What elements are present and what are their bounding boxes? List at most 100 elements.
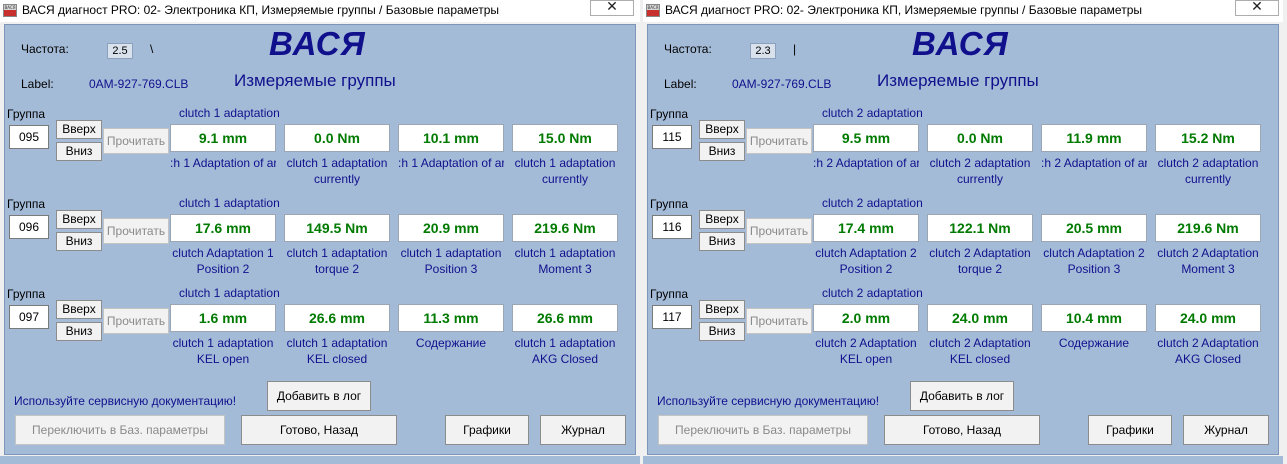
value-field-4: 26.6 mm <box>512 304 618 332</box>
graphs-button[interactable]: Графики <box>1088 415 1172 445</box>
group-up-button[interactable]: Вверх <box>699 120 745 139</box>
group-number-field[interactable]: 115 <box>652 125 692 149</box>
read-button[interactable]: Прочитать <box>746 128 812 154</box>
label-file: 0AM-927-769.CLB <box>89 77 189 91</box>
value-description-3: Содержание <box>1058 336 1130 350</box>
value-description-1: clutch Adaptation 1 Position 2 <box>172 246 274 276</box>
graphs-button[interactable]: Графики <box>445 415 529 445</box>
group-label: Группа <box>7 287 46 301</box>
group-down-button[interactable]: Вниз <box>56 322 102 341</box>
group-number-field[interactable]: 096 <box>9 215 49 239</box>
title-bar[interactable]: ВАСЯ ВАСЯ диагност PRO: 02- Электроника … <box>643 0 1283 22</box>
read-button[interactable]: Прочитать <box>103 218 169 244</box>
read-button[interactable]: Прочитать <box>746 308 812 334</box>
frequency-label: Частота: <box>664 42 712 56</box>
value-description-4: clutch 1 adaptation currently <box>514 156 616 186</box>
done-back-button[interactable]: Готово, Назад <box>241 415 397 445</box>
group-down-button[interactable]: Вниз <box>56 142 102 161</box>
title-bar[interactable]: ВАСЯ ВАСЯ диагност PRO: 02- Электроника … <box>0 0 640 22</box>
group-number-field[interactable]: 095 <box>9 125 49 149</box>
frequency-value: 2.5 <box>107 43 133 59</box>
value-description-1: :h 2 Adaptation of ar <box>813 156 919 170</box>
group-title: clutch 2 adaptation <box>822 106 923 120</box>
value-description-2: clutch 1 adaptation KEL closed <box>286 336 388 366</box>
value-field-3: 11.3 mm <box>398 304 504 332</box>
group-down-button[interactable]: Вниз <box>699 322 745 341</box>
close-icon[interactable]: ✕ <box>1235 0 1279 16</box>
value-field-4: 219.6 Nm <box>1155 214 1261 242</box>
journal-button[interactable]: Журнал <box>540 415 626 445</box>
value-description-3: Содержание <box>415 336 487 350</box>
add-to-log-button[interactable]: Добавить в лог <box>910 381 1014 411</box>
value-field-1: 9.1 mm <box>170 124 276 152</box>
read-button[interactable]: Прочитать <box>103 128 169 154</box>
activity-spinner: \ <box>150 42 154 56</box>
switch-basic-params-button[interactable]: Переключить в Баз. параметры <box>658 415 868 445</box>
group-title: clutch 2 adaptation <box>822 196 923 210</box>
value-field-4: 24.0 mm <box>1155 304 1261 332</box>
value-description-2: clutch 2 Adaptation KEL closed <box>929 336 1031 366</box>
group-up-button[interactable]: Вверх <box>56 210 102 229</box>
group-number-field[interactable]: 116 <box>652 215 692 239</box>
window-bottom-edge <box>0 456 640 464</box>
service-docs-hint: Используйте сервисную документацию! <box>14 394 237 408</box>
frequency-value: 2.3 <box>750 43 776 59</box>
diagnostic-window-2: ВАСЯ ВАСЯ диагност PRO: 02- Электроника … <box>643 0 1283 464</box>
group-number-field[interactable]: 097 <box>9 305 49 329</box>
group-up-button[interactable]: Вверх <box>56 300 102 319</box>
group-down-button[interactable]: Вниз <box>56 232 102 251</box>
value-field-3: 10.1 mm <box>398 124 504 152</box>
group-up-button[interactable]: Вверх <box>699 210 745 229</box>
service-docs-hint: Используйте сервисную документацию! <box>657 394 880 408</box>
value-field-4: 15.2 Nm <box>1155 124 1261 152</box>
switch-basic-params-button[interactable]: Переключить в Баз. параметры <box>15 415 225 445</box>
main-panel: Частота: 2.3 | ВАСЯ Label: 0AM-927-769.C… <box>647 24 1279 455</box>
read-button[interactable]: Прочитать <box>103 308 169 334</box>
value-field-1: 17.6 mm <box>170 214 276 242</box>
value-description-4: clutch 2 Adaptation AKG Closed <box>1157 336 1259 366</box>
value-description-4: clutch 1 adaptation AKG Closed <box>514 336 616 366</box>
value-field-2: 26.6 mm <box>284 304 390 332</box>
label-caption: Label: <box>21 77 54 91</box>
label-file: 0AM-927-769.CLB <box>732 77 832 91</box>
journal-button[interactable]: Журнал <box>1183 415 1269 445</box>
add-to-log-button[interactable]: Добавить в лог <box>267 381 371 411</box>
group-down-button[interactable]: Вниз <box>699 142 745 161</box>
value-field-1: 2.0 mm <box>813 304 919 332</box>
value-field-1: 1.6 mm <box>170 304 276 332</box>
value-description-4: clutch 1 adaptation Moment 3 <box>514 246 616 276</box>
group-number-field[interactable]: 117 <box>652 305 692 329</box>
read-button[interactable]: Прочитать <box>746 218 812 244</box>
value-description-3: clutch 1 adaptation Position 3 <box>400 246 502 276</box>
value-description-2: clutch 2 Adaptation torque 2 <box>929 246 1031 276</box>
value-field-2: 0.0 Nm <box>284 124 390 152</box>
group-title: clutch 2 adaptation <box>822 286 923 300</box>
value-field-3: 20.9 mm <box>398 214 504 242</box>
value-field-1: 17.4 mm <box>813 214 919 242</box>
app-logo-title: ВАСЯ <box>912 25 1009 62</box>
frequency-label: Частота: <box>21 42 69 56</box>
app-logo-icon: ВАСЯ <box>3 4 17 17</box>
done-back-button[interactable]: Готово, Назад <box>884 415 1040 445</box>
value-field-3: 10.4 mm <box>1041 304 1147 332</box>
group-down-button[interactable]: Вниз <box>699 232 745 251</box>
value-description-2: clutch 1 adaptation torque 2 <box>286 246 388 276</box>
value-description-2: clutch 2 adaptation currently <box>929 156 1031 186</box>
label-caption: Label: <box>664 77 697 91</box>
value-field-2: 24.0 mm <box>927 304 1033 332</box>
group-label: Группа <box>650 197 689 211</box>
value-description-3: :h 2 Adaptation of ar <box>1041 156 1147 170</box>
group-up-button[interactable]: Вверх <box>699 300 745 319</box>
value-description-4: clutch 2 adaptation currently <box>1157 156 1259 186</box>
value-description-1: clutch 2 Adaptation KEL open <box>815 336 917 366</box>
group-up-button[interactable]: Вверх <box>56 120 102 139</box>
close-icon[interactable]: ✕ <box>590 0 634 16</box>
value-description-1: clutch Adaptation 2 Position 2 <box>815 246 917 276</box>
window-bottom-edge <box>643 456 1283 464</box>
group-label: Группа <box>650 107 689 121</box>
value-field-4: 15.0 Nm <box>512 124 618 152</box>
value-description-3: clutch Adaptation 2 Position 3 <box>1043 246 1145 276</box>
group-label: Группа <box>650 287 689 301</box>
value-description-1: clutch 1 adaptation KEL open <box>172 336 274 366</box>
app-logo-icon: ВАСЯ <box>646 4 660 17</box>
